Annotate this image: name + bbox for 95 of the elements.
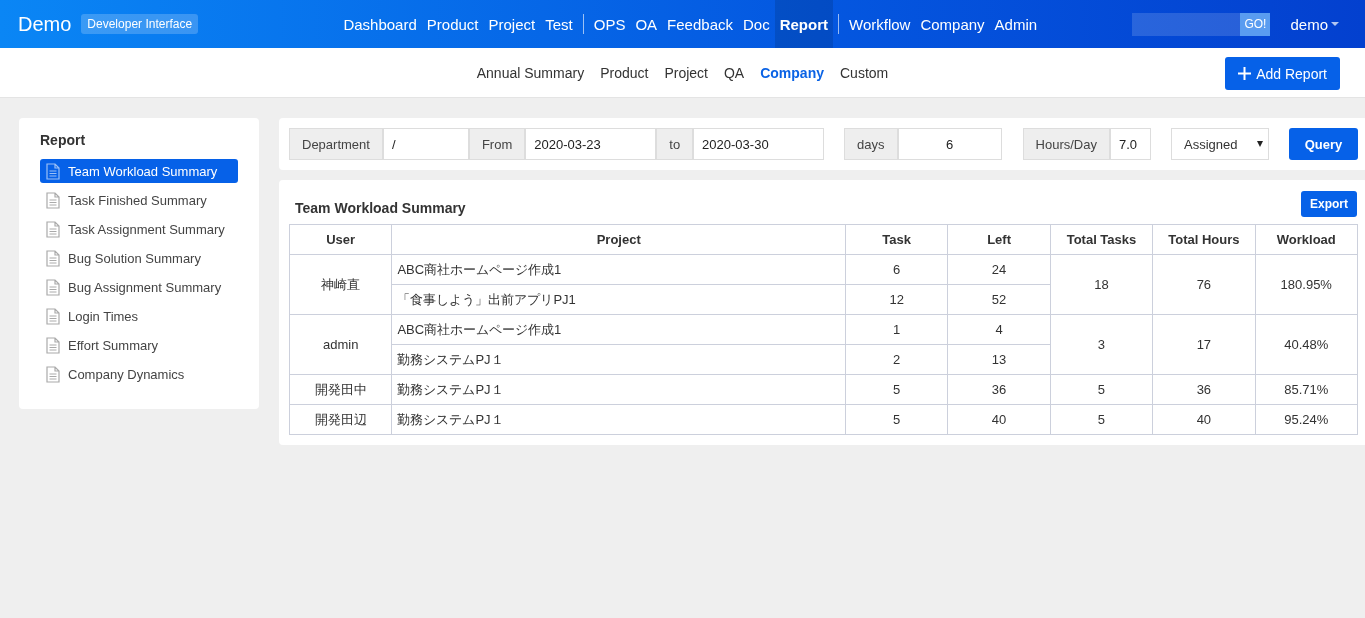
table-cell: 40 (947, 404, 1051, 435)
subnav-link[interactable]: Company (760, 64, 824, 81)
sidebar-item[interactable]: Effort Summary (40, 333, 238, 357)
type-select[interactable]: Assigned (1171, 128, 1269, 160)
table-cell: 勤務システムPJ１ (391, 374, 846, 405)
subnav-link[interactable]: Custom (840, 64, 889, 81)
nav-link[interactable]: OA (630, 0, 663, 48)
table-cell: 「食事しよう」出前アプリPJ1 (391, 284, 846, 315)
table-cell: 6 (845, 254, 948, 285)
table-cell: 40 (1152, 404, 1256, 435)
caret-icon (1257, 141, 1263, 147)
field-label: days (844, 128, 898, 160)
table-cell: 5 (845, 404, 948, 435)
plus-icon (1238, 67, 1252, 80)
nav-link[interactable]: Workflow (844, 0, 916, 48)
table-cell: 開発田辺 (289, 404, 392, 435)
table-cell: 5 (1050, 404, 1153, 435)
column-header: Project (391, 224, 846, 255)
table-cell: 36 (947, 374, 1051, 405)
document-icon (46, 278, 60, 296)
nav-link[interactable]: Test (540, 0, 578, 48)
document-icon (46, 162, 60, 180)
table-cell: ABC商社ホームページ作成1 (391, 314, 846, 345)
table-cell: ABC商社ホームページ作成1 (391, 254, 846, 285)
export-button[interactable]: Export (1301, 191, 1357, 217)
nav-link[interactable]: Doc (737, 0, 775, 48)
subnav-link[interactable]: Project (664, 64, 708, 81)
user-menu[interactable]: demo (1290, 15, 1339, 33)
document-icon (46, 365, 60, 383)
sidebar-item[interactable]: Company Dynamics (40, 362, 238, 386)
field-label: Department (289, 128, 383, 160)
table-cell: 5 (845, 374, 948, 405)
hours-field[interactable]: 7.0 (1110, 128, 1151, 160)
table-cell: 24 (947, 254, 1051, 285)
sidebar-title: Report (40, 132, 87, 148)
date-field[interactable]: 2020-03-23 (525, 128, 657, 160)
days-field[interactable]: 6 (897, 128, 1002, 160)
table-cell: 1 (845, 314, 948, 345)
subnav-link[interactable]: Annual Summary (476, 64, 585, 81)
report-title: Team Workload Summary (295, 199, 466, 216)
sidebar-item[interactable]: Team Workload Summary (40, 159, 238, 183)
nav-link[interactable]: Project (483, 0, 541, 48)
column-header: Total Tasks (1050, 224, 1153, 255)
document-icon (46, 249, 60, 267)
nav-link[interactable]: Admin (989, 0, 1043, 48)
column-header: Left (947, 224, 1051, 255)
column-header: Workload (1255, 224, 1358, 255)
table-cell: admin (289, 314, 392, 375)
version-badge: Developer Interface (81, 14, 199, 34)
table-cell: 勤務システムPJ１ (391, 404, 846, 435)
nav-link[interactable]: Report (774, 0, 833, 48)
table-cell: 4 (947, 314, 1051, 345)
date-field[interactable]: 2020-03-30 (693, 128, 825, 160)
sidebar-item[interactable]: Bug Solution Summary (40, 246, 238, 270)
add-report-button[interactable]: Add Report (1225, 57, 1340, 90)
table-cell: 5 (1050, 374, 1153, 405)
table-cell: 3 (1050, 314, 1153, 375)
table-cell: 12 (845, 284, 948, 315)
table-cell: 180.95% (1255, 254, 1358, 315)
sidebar-item[interactable]: Login Times (40, 304, 238, 328)
table-cell: 17 (1152, 314, 1256, 375)
table-cell: 36 (1152, 374, 1256, 405)
table-cell: 2 (845, 344, 948, 375)
sidebar-item[interactable]: Bug Assignment Summary (40, 275, 238, 299)
column-header: User (289, 224, 392, 255)
nav-link[interactable]: OPS (588, 0, 631, 48)
table-cell: 40.48% (1255, 314, 1358, 375)
document-icon (46, 191, 60, 209)
department-field[interactable]: / (382, 128, 469, 160)
document-icon (46, 307, 60, 325)
nav-link[interactable]: Company (915, 0, 990, 48)
sidebar-item[interactable]: Task Assignment Summary (40, 217, 238, 241)
brand-name[interactable]: Demo (18, 12, 72, 36)
table-cell: 開発田中 (289, 374, 392, 405)
caret-icon (1331, 22, 1339, 26)
table-cell: 85.71% (1255, 374, 1358, 405)
document-icon (46, 220, 60, 238)
field-label: From (468, 128, 526, 160)
table-cell: 76 (1152, 254, 1256, 315)
nav-link[interactable]: Feedback (662, 0, 738, 48)
document-icon (46, 336, 60, 354)
column-header: Task (845, 224, 948, 255)
field-label: Hours/Day (1022, 128, 1110, 160)
field-label: to (656, 128, 694, 160)
subnav-link[interactable]: Product (600, 64, 649, 81)
nav-link[interactable]: Product (421, 0, 484, 48)
query-button[interactable]: Query (1289, 128, 1358, 160)
table-cell: 勤務システムPJ１ (391, 344, 846, 375)
column-header: Total Hours (1152, 224, 1256, 255)
nav-link[interactable]: Dashboard (338, 0, 422, 48)
sidebar-item[interactable]: Task Finished Summary (40, 188, 238, 212)
table-cell: 95.24% (1255, 404, 1358, 435)
table-cell: 神崎直 (289, 254, 392, 315)
subnav-link[interactable]: QA (723, 64, 745, 81)
table-cell: 18 (1050, 254, 1153, 315)
